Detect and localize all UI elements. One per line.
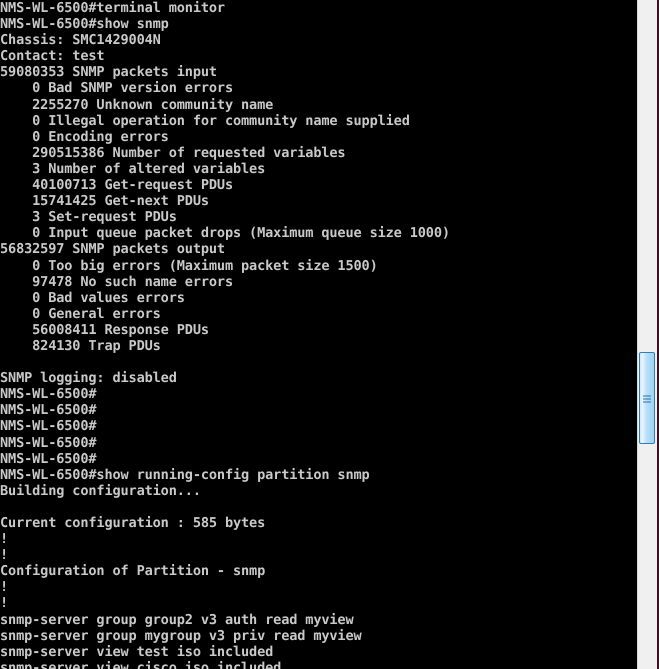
terminal-line: 0 Bad SNMP version errors	[0, 80, 233, 97]
terminal-line: NMS-WL-6500#	[0, 402, 97, 419]
terminal-line: Current configuration : 585 bytes	[0, 515, 266, 531]
scrollbar-thumb[interactable]	[639, 352, 655, 444]
terminal-line: 0 Encoding errors	[0, 128, 169, 145]
terminal-line-list: NMS-WL-6500#terminal monitor NMS-WL-6500#…	[0, 0, 637, 669]
terminal-line: NMS-WL-6500#	[0, 450, 97, 467]
terminal-line: Contact: test	[0, 48, 105, 65]
terminal-output-pane[interactable]: NMS-WL-6500#terminal monitor NMS-WL-6500#…	[0, 0, 637, 669]
terminal-line: NMS-WL-6500#	[0, 386, 97, 403]
terminal-line: 0 Input queue packet drops (Maximum queu…	[0, 225, 450, 242]
terminal-line: 290515386 Number of requested variables	[0, 144, 346, 161]
terminal-line: NMS-WL-6500#	[0, 418, 97, 435]
terminal-line: !	[0, 595, 9, 612]
terminal-window: NMS-WL-6500#terminal monitor NMS-WL-6500#…	[0, 0, 659, 669]
terminal-line: !	[0, 547, 9, 564]
terminal-line: snmp-server view cisco iso included	[0, 659, 282, 669]
terminal-line: 97478 No such name errors	[0, 273, 233, 290]
terminal-line: Chassis: SMC1429004N	[0, 32, 161, 49]
terminal-line: snmp-server group mygroup v3 priv read m…	[0, 627, 362, 644]
terminal-line: 0 Illegal operation for community name s…	[0, 112, 410, 129]
terminal-line: NMS-WL-6500#show running-config partitio…	[0, 466, 370, 483]
terminal-line: snmp-server view test iso included	[0, 643, 274, 660]
terminal-line: 3 Set-request PDUs	[0, 209, 177, 226]
scrollbar-track[interactable]	[638, 0, 657, 669]
terminal-line: snmp-server group group2 v3 auth read my…	[0, 611, 354, 628]
terminal-line: NMS-WL-6500#show snmp	[0, 16, 169, 33]
terminal-line: NMS-WL-6500#terminal monitor	[0, 0, 225, 16]
terminal-line: !	[0, 531, 9, 548]
terminal-line: 0 Too big errors (Maximum packet size 15…	[0, 257, 378, 274]
vertical-scrollbar[interactable]	[637, 0, 659, 669]
terminal-line: 0 Bad values errors	[0, 289, 185, 306]
scrollbar-grip-icon	[643, 394, 651, 403]
terminal-line: 2255270 Unknown community name	[0, 96, 274, 113]
terminal-line: !	[0, 579, 9, 596]
terminal-line: 3 Number of altered variables	[0, 160, 266, 177]
terminal-line: 40100713 Get-request PDUs	[0, 177, 233, 194]
terminal-line: 0 General errors	[0, 305, 161, 322]
terminal-line: NMS-WL-6500#	[0, 434, 97, 451]
terminal-line: Configuration of Partition - snmp	[0, 563, 266, 580]
terminal-line: 824130 Trap PDUs	[0, 337, 161, 354]
terminal-line: 56008411 Response PDUs	[0, 321, 209, 338]
terminal-line: 56832597 SNMP packets output	[0, 241, 225, 258]
terminal-line: 15741425 Get-next PDUs	[0, 193, 209, 210]
terminal-line: Building configuration...	[0, 482, 201, 499]
terminal-line: SNMP logging: disabled	[0, 370, 177, 387]
terminal-line: 59080353 SNMP packets input	[0, 64, 217, 81]
